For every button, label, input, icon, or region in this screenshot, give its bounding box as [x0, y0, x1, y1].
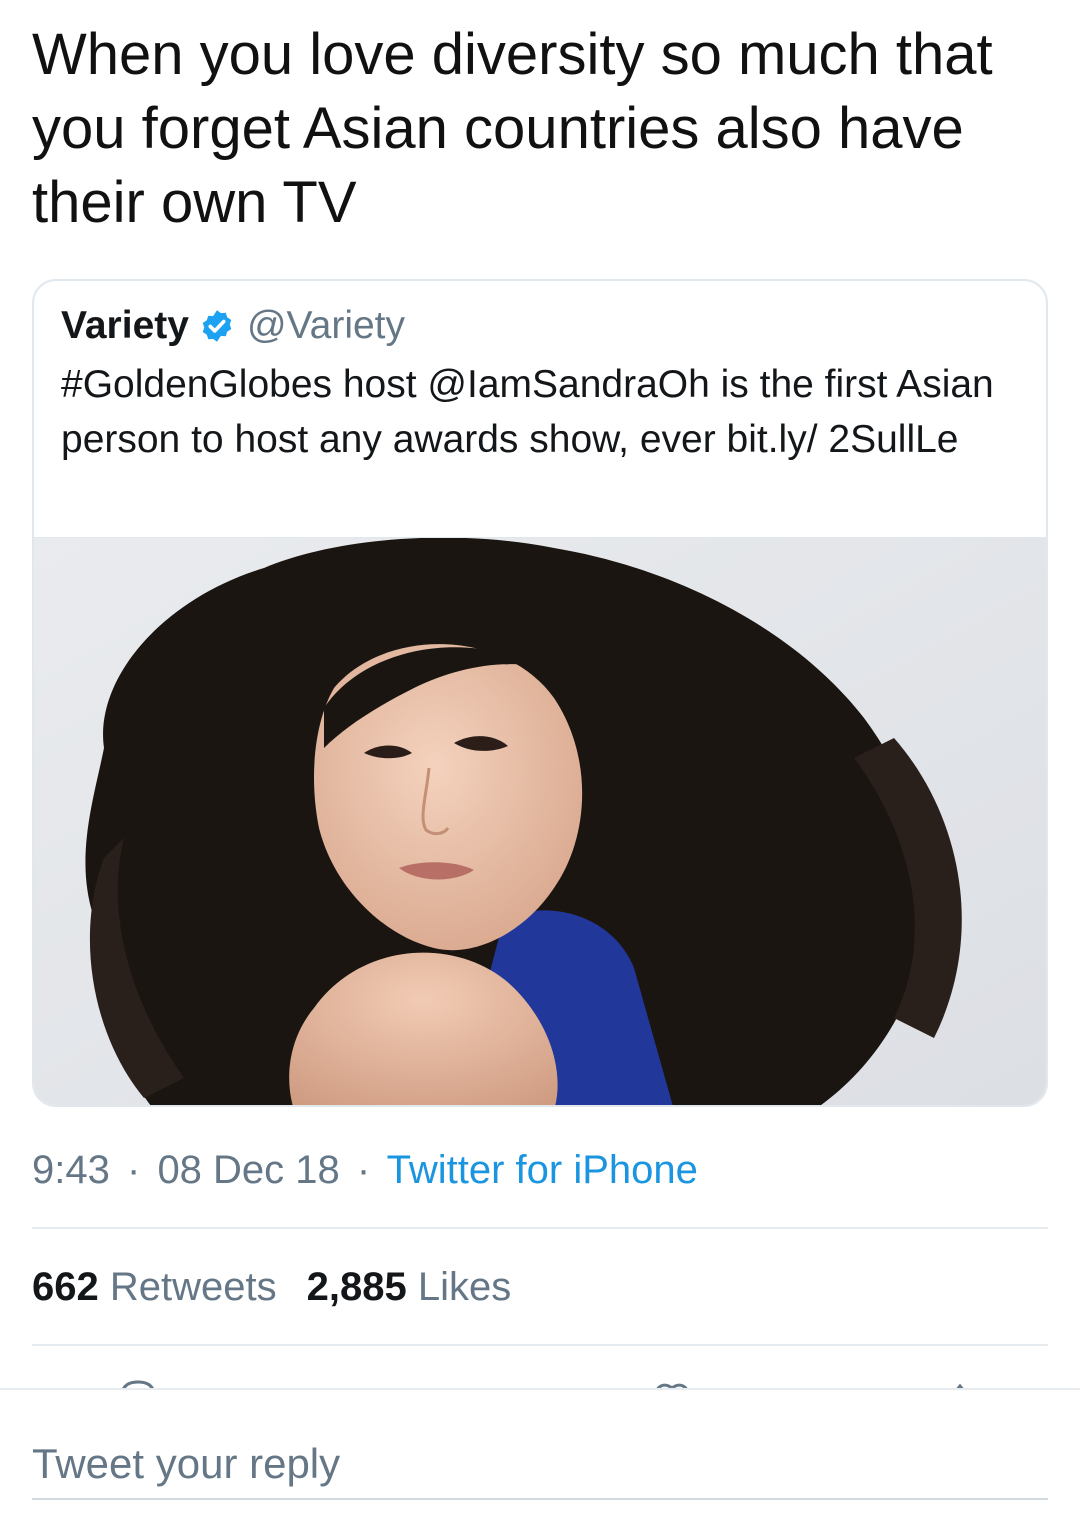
likes-label: Likes [417, 1265, 512, 1309]
tweet-source-link[interactable]: Twitter for iPhone [387, 1148, 698, 1192]
tweet-time: 9:43 [32, 1148, 110, 1192]
tweet-text: When you love diversity so much that you… [32, 22, 993, 235]
retweets-label: Retweets [109, 1265, 277, 1309]
tweet-meta: 9:43 · 08 Dec 18 · Twitter for iPhone [32, 1145, 698, 1195]
tweet-detail-page: When you love diversity so much that you… [0, 0, 1080, 1513]
likes-stat[interactable]: 2,885 Likes [307, 1265, 512, 1309]
verified-badge-icon [202, 310, 232, 342]
retweets-stat[interactable]: 662 Retweets [32, 1265, 277, 1309]
quoted-tweet-image[interactable] [34, 537, 1046, 1105]
retweets-count: 662 [32, 1265, 99, 1309]
quoted-author-name[interactable]: Variety [61, 303, 189, 349]
meta-separator: · [126, 1148, 141, 1192]
likes-count: 2,885 [306, 1265, 407, 1309]
reply-input[interactable] [32, 1430, 1048, 1500]
quoted-tweet-text: #GoldenGlobes host @IamSandraOh is the f… [61, 363, 994, 461]
tweet-stats: 662 Retweets 2,885 Likes [32, 1262, 511, 1312]
quoted-tweet-header: Variety @Variety [61, 303, 405, 349]
meta-separator: · [356, 1148, 371, 1192]
reply-bar [0, 1388, 1080, 1513]
tweet-action-bar [0, 1348, 1080, 1390]
divider [32, 1344, 1048, 1346]
tweet-date: 08 Dec 18 [157, 1148, 340, 1192]
quoted-tweet-card[interactable]: Variety @Variety #GoldenGlobes host @Iam… [32, 279, 1048, 1107]
divider [32, 1227, 1048, 1229]
quoted-author-handle[interactable]: @Variety [247, 303, 405, 349]
portrait-photo [34, 538, 1046, 1105]
